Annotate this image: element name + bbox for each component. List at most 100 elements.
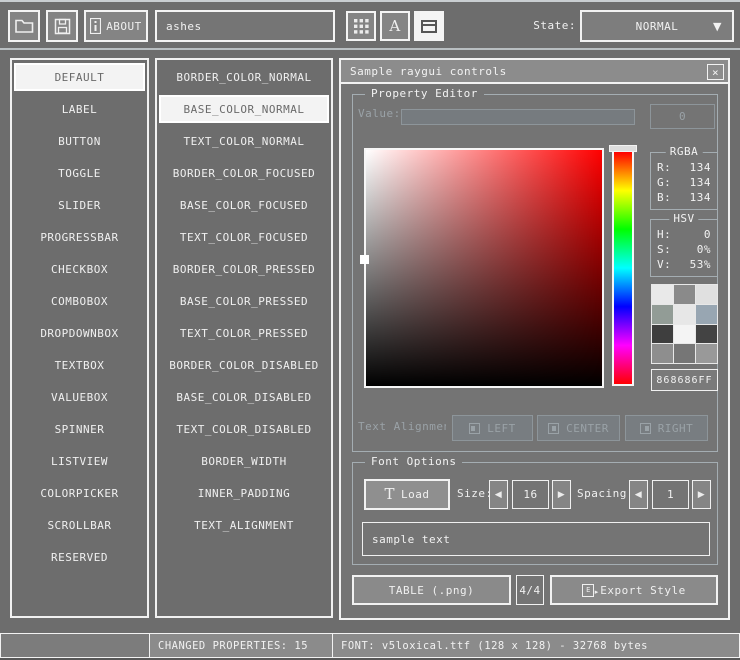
value-box[interactable]: 0 — [650, 104, 715, 129]
control-item-toggle[interactable]: TOGGLE — [14, 159, 145, 187]
spacing-label: Spacing: — [577, 487, 634, 500]
rgba-group-title: RGBA — [666, 145, 703, 158]
hue-slider-handle[interactable] — [609, 145, 637, 152]
size-value: 16 — [523, 488, 537, 501]
window-titlebar[interactable]: Sample raygui controls — [341, 60, 728, 84]
control-item-valuebox[interactable]: VALUEBOX — [14, 383, 145, 411]
control-item-label[interactable]: LABEL — [14, 95, 145, 123]
property-item[interactable]: BASE_COLOR_PRESSED — [159, 287, 329, 315]
palette-swatch — [674, 305, 695, 324]
export-style-button[interactable]: E Export Style — [550, 575, 718, 605]
property-item[interactable]: BORDER_COLOR_PRESSED — [159, 255, 329, 283]
palette-swatch — [674, 344, 695, 363]
size-increase-button[interactable]: ▶ — [552, 480, 571, 509]
palette-swatch — [696, 325, 717, 344]
size-decrease-button[interactable]: ◀ — [489, 480, 508, 509]
property-item[interactable]: TEXT_COLOR_NORMAL — [159, 127, 329, 155]
property-item-selected[interactable]: BASE_COLOR_NORMAL — [159, 95, 329, 123]
font-view-toggle-button[interactable]: A — [380, 11, 410, 41]
spacing-value-box[interactable]: 1 — [652, 480, 689, 509]
status-cell-empty — [0, 633, 150, 658]
changed-properties-text: CHANGED PROPERTIES: 15 — [158, 640, 308, 652]
palette-swatch — [652, 325, 673, 344]
property-item[interactable]: TEXT_COLOR_FOCUSED — [159, 223, 329, 251]
font-T-icon: T — [384, 487, 395, 502]
color-picker-panel[interactable] — [364, 148, 604, 388]
control-item-textbox[interactable]: TEXTBOX — [14, 351, 145, 379]
property-item[interactable]: BORDER_COLOR_DISABLED — [159, 351, 329, 379]
size-value-box[interactable]: 16 — [512, 480, 549, 509]
control-item-spinner[interactable]: SPINNER — [14, 415, 145, 443]
align-left-icon — [469, 423, 480, 434]
align-right-label: RIGHT — [658, 422, 694, 435]
property-item[interactable]: BORDER_COLOR_NORMAL — [159, 63, 329, 91]
about-button-label: ABOUT — [106, 20, 142, 33]
property-item[interactable]: TEXT_ALIGNMENT — [159, 511, 329, 539]
control-item-dropdownbox[interactable]: DROPDOWNBOX — [14, 319, 145, 347]
align-center-label: CENTER — [566, 422, 609, 435]
control-item-colorpicker[interactable]: COLORPICKER — [14, 479, 145, 507]
spacing-value: 1 — [667, 488, 674, 501]
spacing-increase-button[interactable]: ▶ — [692, 480, 711, 509]
property-item[interactable]: INNER_PADDING — [159, 479, 329, 507]
export-style-label: Export Style — [600, 584, 685, 597]
property-item[interactable]: TEXT_COLOR_DISABLED — [159, 415, 329, 443]
open-style-button[interactable] — [8, 10, 40, 42]
control-item-button[interactable]: BUTTON — [14, 127, 145, 155]
about-button[interactable]: ABOUT — [84, 10, 148, 42]
align-center-icon — [548, 423, 559, 434]
state-dropdown[interactable]: NORMAL ▼ — [580, 10, 734, 42]
rgba-group: RGBA R:134 G:134 B:134 — [650, 152, 718, 210]
rgba-g-label: G: — [657, 176, 671, 189]
controls-listview: DEFAULT LABEL BUTTON TOGGLE SLIDER PROGR… — [10, 58, 149, 618]
property-item[interactable]: TEXT_COLOR_PRESSED — [159, 319, 329, 347]
page-indicator-value: 4/4 — [519, 584, 540, 597]
hex-color-input[interactable]: 868686FF — [651, 369, 718, 391]
control-item-combobox[interactable]: COMBOBOX — [14, 287, 145, 315]
palette-swatch — [696, 344, 717, 363]
style-name-input[interactable]: ashes — [155, 10, 335, 42]
hsv-group-title: HSV — [669, 212, 698, 225]
status-bar: CHANGED PROPERTIES: 15 FONT: v5loxical.t… — [0, 633, 740, 658]
palette-swatch — [696, 285, 717, 304]
export-table-button[interactable]: TABLE (.png) — [352, 575, 511, 605]
property-item[interactable]: BORDER_COLOR_FOCUSED — [159, 159, 329, 187]
control-item-default[interactable]: DEFAULT — [14, 63, 145, 91]
rgba-r-label: R: — [657, 161, 671, 174]
spacing-decrease-button[interactable]: ◀ — [629, 480, 648, 509]
palette-swatch — [652, 285, 673, 304]
palette-swatch — [674, 325, 695, 344]
sample-text-input[interactable]: sample text — [362, 522, 710, 556]
align-center-button[interactable]: CENTER — [537, 415, 620, 441]
control-item-slider[interactable]: SLIDER — [14, 191, 145, 219]
rgba-r-value: 134 — [690, 161, 711, 174]
property-item[interactable]: BORDER_WIDTH — [159, 447, 329, 475]
align-left-button[interactable]: LEFT — [452, 415, 533, 441]
hue-bar[interactable] — [612, 150, 634, 386]
font-options-group-title: Font Options — [365, 455, 462, 468]
style-name-value: ashes — [166, 20, 202, 33]
property-item[interactable]: BASE_COLOR_FOCUSED — [159, 191, 329, 219]
save-style-button[interactable] — [46, 10, 78, 42]
info-icon — [90, 18, 101, 34]
control-item-listview[interactable]: LISTVIEW — [14, 447, 145, 475]
window-title: Sample raygui controls — [350, 65, 507, 78]
arrow-right-icon: ▶ — [558, 490, 565, 500]
control-item-progressbar[interactable]: PROGRESSBAR — [14, 223, 145, 251]
hex-color-value: 868686FF — [656, 375, 712, 386]
font-load-button[interactable]: T Load — [364, 479, 450, 510]
properties-listview: BORDER_COLOR_NORMAL BASE_COLOR_NORMAL TE… — [155, 58, 333, 618]
property-item[interactable]: BASE_COLOR_DISABLED — [159, 383, 329, 411]
table-view-toggle-button[interactable] — [346, 11, 376, 41]
page-indicator-box[interactable]: 4/4 — [516, 575, 544, 605]
align-right-button[interactable]: RIGHT — [625, 415, 708, 441]
window-view-toggle-button[interactable] — [414, 11, 444, 41]
control-item-reserved[interactable]: RESERVED — [14, 543, 145, 571]
align-right-icon — [640, 423, 651, 434]
value-slider[interactable] — [401, 109, 635, 125]
control-item-checkbox[interactable]: CHECKBOX — [14, 255, 145, 283]
color-picker-cursor[interactable] — [360, 255, 369, 264]
control-item-scrollbar[interactable]: SCROLLBAR — [14, 511, 145, 539]
window-close-button[interactable]: × — [707, 64, 724, 80]
sample-text-value: sample text — [372, 533, 450, 546]
